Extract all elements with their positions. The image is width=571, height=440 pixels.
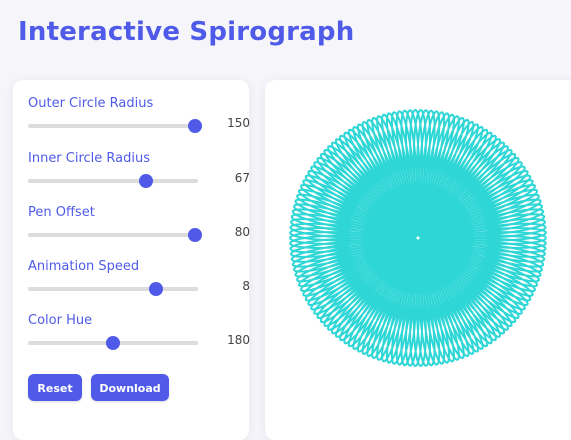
- pen-offset-label: Pen Offset: [28, 205, 95, 220]
- spirograph-center-dot: [416, 236, 420, 240]
- download-button[interactable]: Download: [91, 374, 169, 401]
- inner-radius-label: Inner Circle Radius: [28, 151, 151, 166]
- pen-offset-slider-thumb[interactable]: [188, 228, 203, 242]
- outer-radius-value: 150: [227, 116, 250, 130]
- spirograph-drawing: [288, 108, 547, 368]
- outer-radius-slider-thumb[interactable]: [188, 119, 203, 133]
- animation-speed-value: 8: [242, 279, 250, 293]
- reset-button[interactable]: Reset: [28, 374, 82, 401]
- outer-radius-slider[interactable]: [28, 119, 203, 133]
- animation-speed-slider[interactable]: [28, 282, 198, 296]
- pen-offset-value: 80: [234, 225, 250, 239]
- color-hue-slider[interactable]: [28, 336, 198, 350]
- color-hue-label: Color Hue: [28, 313, 93, 328]
- inner-radius-value: 67: [234, 171, 250, 185]
- controls-panel: Outer Circle Radius 150 Inner Circle Rad…: [13, 80, 250, 440]
- inner-radius-slider[interactable]: [28, 174, 198, 188]
- animation-speed-label: Animation Speed: [28, 259, 140, 274]
- page-title: Interactive Spirograph: [18, 17, 355, 47]
- color-hue-value: 180: [227, 333, 250, 347]
- pen-offset-slider[interactable]: [28, 228, 203, 242]
- spirograph-canvas[interactable]: [265, 80, 571, 440]
- color-hue-slider-thumb[interactable]: [106, 336, 120, 350]
- outer-radius-label: Outer Circle Radius: [28, 96, 154, 111]
- inner-radius-slider-thumb[interactable]: [139, 174, 154, 188]
- animation-speed-slider-thumb[interactable]: [148, 282, 163, 296]
